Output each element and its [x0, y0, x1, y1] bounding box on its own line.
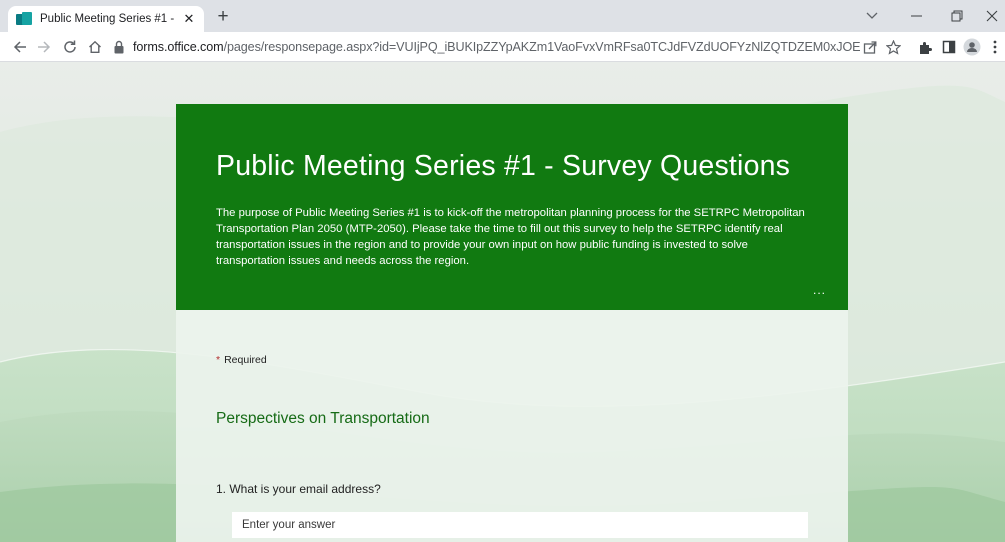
browser-toolbar: forms.office.com/pages/responsepage.aspx…	[0, 32, 1005, 62]
close-tab-icon[interactable]: ✕	[182, 11, 196, 27]
extensions-icon[interactable]	[915, 37, 935, 57]
sidepanel-icon[interactable]	[939, 37, 959, 57]
minimize-icon[interactable]	[902, 5, 932, 27]
restore-icon[interactable]	[942, 5, 972, 27]
back-icon[interactable]	[10, 37, 30, 57]
form-header: Public Meeting Series #1 - Survey Questi…	[176, 104, 848, 310]
form-description: The purpose of Public Meeting Series #1 …	[216, 207, 805, 267]
form-title: Public Meeting Series #1 - Survey Questi…	[216, 150, 791, 182]
menu-icon[interactable]	[988, 37, 1002, 57]
tab-title: Public Meeting Series #1 - Survey	[40, 13, 174, 25]
share-icon[interactable]	[860, 37, 880, 57]
forms-favicon-icon	[16, 12, 32, 26]
address-bar[interactable]: forms.office.com/pages/responsepage.aspx…	[113, 36, 861, 58]
lock-icon	[114, 40, 124, 54]
star-icon[interactable]	[883, 37, 903, 57]
more-options-icon[interactable]: ...	[813, 284, 826, 296]
tab-strip: Public Meeting Series #1 - Survey ✕ +	[0, 0, 1005, 32]
required-note: * Required	[216, 354, 267, 366]
reload-icon[interactable]	[60, 37, 80, 57]
form-body: * Required Perspectives on Transportation…	[176, 310, 848, 542]
new-tab-button[interactable]: +	[212, 7, 234, 27]
forward-icon[interactable]	[34, 37, 54, 57]
required-star: *	[216, 354, 221, 366]
close-window-icon[interactable]	[980, 5, 1004, 27]
page-viewport: Public Meeting Series #1 - Survey Questi…	[0, 62, 1005, 542]
home-icon[interactable]	[85, 37, 105, 57]
email-answer-input[interactable]	[232, 512, 808, 538]
tab-forms[interactable]: Public Meeting Series #1 - Survey ✕	[8, 6, 204, 32]
tab-search-chevron-down-icon[interactable]	[857, 5, 887, 27]
required-label: Required	[224, 354, 267, 366]
section-title: Perspectives on Transportation	[216, 410, 430, 427]
profile-icon[interactable]	[962, 37, 982, 57]
url-text: forms.office.com/pages/responsepage.aspx…	[133, 40, 861, 54]
question-email-label: 1. What is your email address?	[216, 482, 381, 496]
